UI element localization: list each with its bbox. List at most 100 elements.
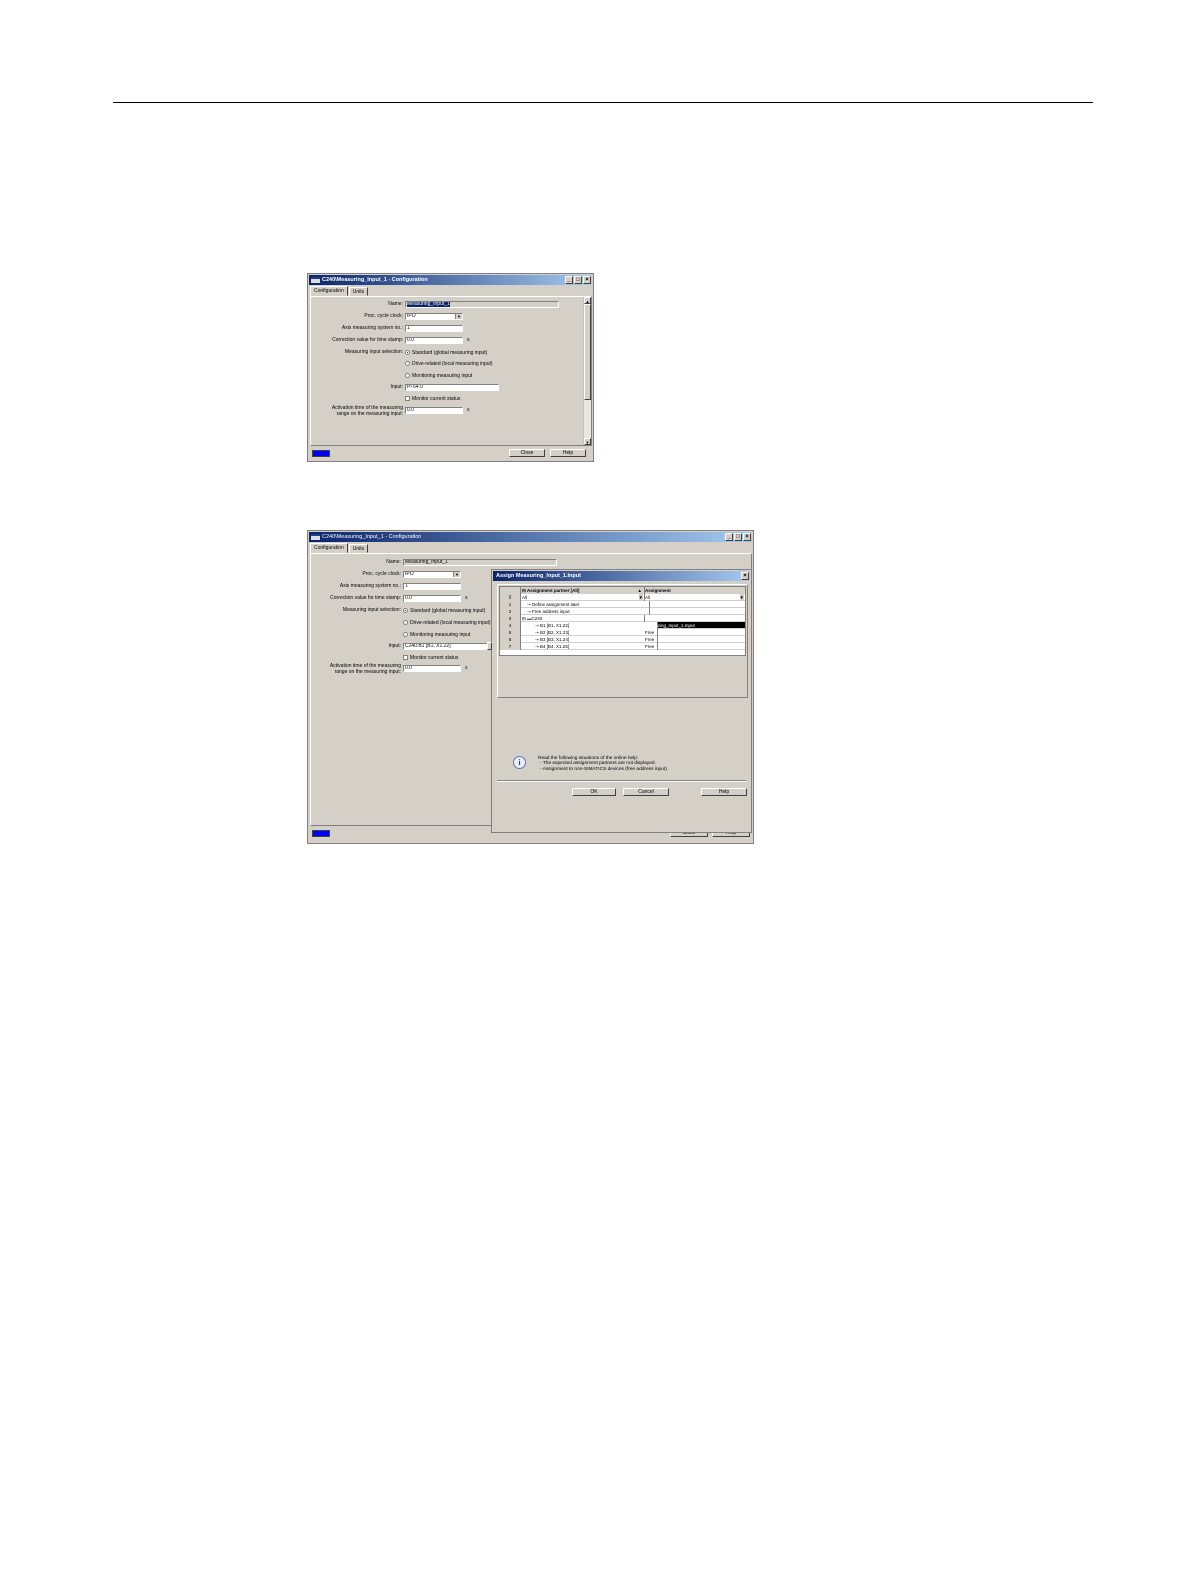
filter-partner[interactable]: All ▼ <box>521 594 645 601</box>
assign-title-bar[interactable]: Assign Measuring_Input_1.Input × <box>493 571 750 581</box>
chevron-down-icon[interactable]: ▼ <box>455 314 462 319</box>
arrow-up-icon[interactable]: ▲ <box>584 297 591 304</box>
table-row[interactable]: 3 ⊟ ▬C240 <box>500 615 745 622</box>
close-button[interactable]: Close <box>509 449 545 457</box>
activation-label-2: range on the measuring input: <box>336 411 403 417</box>
checkbox-icon <box>405 396 410 401</box>
link-icon: ⇢ <box>527 609 531 614</box>
ok-button[interactable]: OK <box>572 788 616 796</box>
input-pin-icon: ⇢ <box>535 637 539 642</box>
help-button[interactable]: Help <box>550 449 586 457</box>
maximize-icon[interactable]: □ <box>734 533 742 541</box>
arrow-down-icon[interactable]: ▼ <box>584 438 591 445</box>
help-note-2: - The expected assignment partners are n… <box>540 761 656 766</box>
proc-cycle-select[interactable]: IPO ▼ <box>405 313 463 320</box>
title-bar[interactable]: C240\Measuring_Input_1 - Configuration _… <box>309 532 752 542</box>
radio-icon <box>403 632 408 637</box>
table-row[interactable]: 7 ⇢ B4 [B4, X1.25] Free <box>500 643 745 650</box>
help-note-3: - Assignment to non-SIMATICS devices (fr… <box>540 767 667 772</box>
col-header-partner[interactable]: ⊟ Assignment partner [All] ▲ <box>521 587 645 594</box>
title-bar[interactable]: C240\Measuring_Input_1 - Configuration _… <box>309 275 592 285</box>
filter-assignment[interactable]: All ▼ <box>644 594 745 601</box>
cancel-button[interactable]: Cancel <box>623 788 669 796</box>
assignment-table: ⊟ Assignment partner [All] ▲ Assignment … <box>499 586 746 656</box>
link-icon: ⇢ <box>527 602 531 607</box>
input-field[interactable]: PI 64.0 <box>405 384 499 391</box>
radio-icon <box>405 361 410 366</box>
name-field[interactable]: Measuring_Input_1 <box>405 301 559 308</box>
minimize-icon[interactable]: _ <box>565 276 573 284</box>
radio-icon <box>403 608 408 613</box>
proc-cycle-label: Proc. cycle clock: <box>362 571 401 577</box>
config-dialog-1: C240\Measuring_Input_1 - Configuration _… <box>307 273 594 462</box>
correction-label: Correction value for time stamp: <box>330 595 401 601</box>
radio-monitoring[interactable]: Monitoring measuring input <box>405 373 472 379</box>
filter-row: ⊽ All ▼ All ▼ <box>500 594 745 601</box>
collapse-icon: ⊟ <box>522 588 526 593</box>
correction-unit: s <box>467 337 470 343</box>
input-field[interactable]: C240.B1 [B1, X1.22] <box>403 643 493 650</box>
chevron-down-icon[interactable]: ▼ <box>638 594 643 601</box>
checkbox-icon <box>403 655 408 660</box>
maximize-icon[interactable]: □ <box>574 276 582 284</box>
close-icon[interactable]: × <box>741 572 749 580</box>
help-button[interactable]: Help <box>701 788 747 796</box>
window-title: C240\Measuring_Input_1 - Configuration <box>322 277 428 283</box>
col-header-assignment[interactable]: Assignment <box>644 587 745 594</box>
vertical-scrollbar[interactable]: ▲ ▼ <box>583 297 591 445</box>
collapse-icon[interactable]: ⊟ <box>522 615 526 622</box>
input-picker-button[interactable] <box>487 642 492 650</box>
app-icon <box>311 277 320 283</box>
table-row[interactable]: 1 ⇢ Define assignment later <box>500 601 745 608</box>
axis-label: Axis measuring system no.: <box>339 583 401 589</box>
input-pin-icon: ⇢ <box>535 623 539 628</box>
table-row[interactable]: 5 ⇢ B2 [B2, X1.23] Free <box>500 629 745 636</box>
radio-drive-related[interactable]: Drive-related (local measuring input) <box>405 361 493 367</box>
config-dialog-2: C240\Measuring_Input_1 - Configuration _… <box>307 530 754 844</box>
radio-monitoring[interactable]: Monitoring measuring input <box>403 632 470 638</box>
table-row[interactable]: 6 ⇢ B3 [B3, X1.24] Free <box>500 636 745 643</box>
input-pin-icon: ⇢ <box>535 630 539 635</box>
correction-label: Correction value for time stamp: <box>332 337 403 343</box>
correction-input[interactable]: 0.0 <box>403 595 461 602</box>
radio-standard[interactable]: Standard (global measuring input) <box>405 350 487 356</box>
status-indicator <box>312 450 330 457</box>
tab-configuration[interactable]: Configuration <box>310 543 348 553</box>
monitor-checkbox[interactable]: Monitor current status <box>405 396 460 402</box>
radio-standard[interactable]: Standard (global measuring input) <box>403 608 485 614</box>
axis-input[interactable]: 1 <box>403 583 461 590</box>
radio-icon <box>403 620 408 625</box>
minimize-icon[interactable]: _ <box>725 533 733 541</box>
name-label: Name: <box>386 559 401 565</box>
activation-input[interactable]: 0.0 <box>405 407 463 414</box>
correction-input[interactable]: 0.0 <box>405 337 463 344</box>
table-row-selected[interactable]: 4 ⇢ B1 [B1, X1.22] Measuring_Input_1.Inp… <box>500 622 745 629</box>
correction-unit: s <box>465 595 468 601</box>
activation-unit: s <box>467 407 470 413</box>
close-icon[interactable]: × <box>743 533 751 541</box>
chevron-down-icon[interactable]: ▼ <box>453 572 460 577</box>
tab-units[interactable]: Units <box>348 287 369 296</box>
table-row[interactable]: 2 ⇢ Free address input <box>500 608 745 615</box>
activation-unit: s <box>465 665 468 671</box>
activation-input[interactable]: 0.0 <box>403 665 461 672</box>
monitor-checkbox[interactable]: Monitor current status <box>403 655 458 661</box>
chevron-down-icon[interactable]: ▼ <box>739 594 744 601</box>
window-title: C240\Measuring_Input_1 - Configuration <box>322 534 422 540</box>
scroll-thumb[interactable] <box>584 304 591 400</box>
input-pin-icon: ⇢ <box>535 644 539 649</box>
name-field[interactable]: Measuring_Input_1 <box>403 559 557 566</box>
radio-drive-related[interactable]: Drive-related (local measuring input) <box>403 620 491 626</box>
tab-configuration[interactable]: Configuration <box>310 286 348 296</box>
status-indicator <box>312 830 330 837</box>
selection-label: Measuring input selection: <box>344 349 403 355</box>
radio-icon <box>405 350 410 355</box>
tab-units[interactable]: Units <box>348 544 369 553</box>
axis-input[interactable]: 1 <box>405 325 463 332</box>
info-icon: i <box>513 756 526 769</box>
sort-icon: ▲ <box>637 588 642 593</box>
radio-icon <box>405 373 410 378</box>
close-icon[interactable]: × <box>583 276 591 284</box>
app-icon <box>311 534 320 540</box>
proc-cycle-select[interactable]: IPO ▼ <box>403 571 461 578</box>
